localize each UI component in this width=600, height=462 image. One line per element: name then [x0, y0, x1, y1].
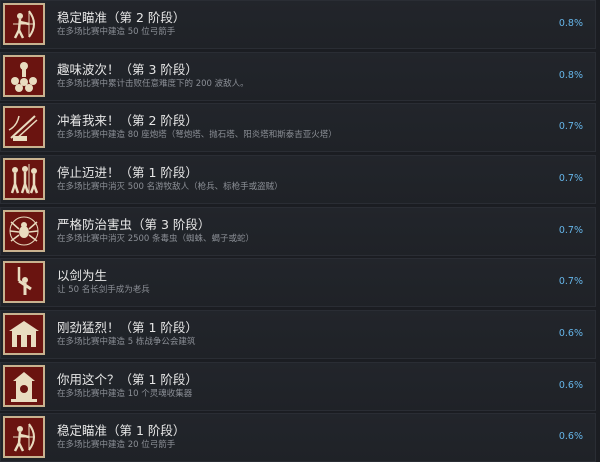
achievement-description: 在多场比赛中消灭 500 名游牧敌人（枪兵、标枪手或盗贼）	[57, 182, 283, 192]
achievement-title: 严格防治害虫（第 3 阶段）	[57, 217, 211, 232]
skull-pile-icon	[3, 55, 45, 97]
achievement-row[interactable]: 冲着我来！（第 2 阶段） 在多场比赛中建造 80 座炮塔（弩炮塔、抛石塔、阳炎…	[0, 103, 596, 152]
achievement-description: 在多场比赛中建造 80 座炮塔（弩炮塔、抛石塔、阳炎塔和斯泰吉亚火塔）	[57, 130, 337, 140]
unlock-percentage: 0.6%	[558, 328, 583, 339]
archer-icon	[3, 416, 45, 458]
achievement-title: 稳定瞄准（第 2 阶段）	[57, 10, 186, 25]
achievement-row[interactable]: 趣味波次！（第 3 阶段） 在多场比赛中累计击败任意难度下的 200 波敌人。 …	[0, 52, 596, 101]
unlock-percentage: 0.6%	[558, 431, 583, 442]
achievement-description: 在多场比赛中累计击败任意难度下的 200 波敌人。	[57, 79, 249, 89]
unlock-percentage: 0.7%	[558, 276, 583, 287]
unlock-percentage: 0.8%	[558, 70, 583, 81]
achievement-row[interactable]: 稳定瞄准（第 2 阶段） 在多场比赛中建造 50 位弓箭手 0.8%	[0, 0, 596, 49]
unlock-percentage: 0.6%	[558, 380, 583, 391]
sword-raised-icon	[3, 261, 45, 303]
achievement-list: 稳定瞄准（第 2 阶段） 在多场比赛中建造 50 位弓箭手 0.8% 趣味波次！…	[0, 0, 600, 462]
achievement-row[interactable]: 停止迈进！（第 1 阶段） 在多场比赛中消灭 500 名游牧敌人（枪兵、标枪手或…	[0, 155, 596, 204]
achievement-row[interactable]: 你用这个？（第 1 阶段） 在多场比赛中建造 10 个灵魂收集器 0.6%	[0, 362, 596, 411]
nomads-icon	[3, 158, 45, 200]
achievement-title: 冲着我来！（第 2 阶段）	[57, 113, 198, 128]
unlock-percentage: 0.8%	[558, 18, 583, 29]
achievement-title: 停止迈进！（第 1 阶段）	[57, 165, 198, 180]
soul-collector-icon	[3, 365, 45, 407]
achievement-title: 以剑为生	[57, 268, 108, 283]
ballista-icon	[3, 106, 45, 148]
achievement-description: 在多场比赛中消灭 2500 条毒虫（蜘蛛、蝎子或蛇）	[57, 234, 255, 244]
unlock-percentage: 0.7%	[558, 121, 583, 132]
war-guild-icon	[3, 313, 45, 355]
achievement-description: 在多场比赛中建造 20 位弓箭手	[57, 440, 176, 450]
achievement-title: 趣味波次！（第 3 阶段）	[57, 62, 198, 77]
unlock-percentage: 0.7%	[558, 173, 583, 184]
unlock-percentage: 0.7%	[558, 225, 583, 236]
achievement-title: 你用这个？（第 1 阶段）	[57, 372, 198, 387]
achievement-row[interactable]: 刚劲猛烈！（第 1 阶段） 在多场比赛中建造 5 栋战争公会建筑 0.6%	[0, 310, 596, 359]
achievement-title: 刚劲猛烈！（第 1 阶段）	[57, 320, 198, 335]
achievement-description: 在多场比赛中建造 50 位弓箭手	[57, 27, 176, 37]
archer-icon	[3, 3, 45, 45]
achievement-description: 让 50 名长剑手成为老兵	[57, 285, 150, 295]
achievement-row[interactable]: 以剑为生 让 50 名长剑手成为老兵 0.7%	[0, 258, 596, 307]
achievement-row[interactable]: 严格防治害虫（第 3 阶段） 在多场比赛中消灭 2500 条毒虫（蜘蛛、蝎子或蛇…	[0, 207, 596, 256]
achievement-title: 稳定瞄准（第 1 阶段）	[57, 423, 186, 438]
spider-icon	[3, 210, 45, 252]
achievement-description: 在多场比赛中建造 10 个灵魂收集器	[57, 389, 193, 399]
achievement-row[interactable]: 稳定瞄准（第 1 阶段） 在多场比赛中建造 20 位弓箭手 0.6%	[0, 413, 596, 462]
achievement-description: 在多场比赛中建造 5 栋战争公会建筑	[57, 337, 196, 347]
